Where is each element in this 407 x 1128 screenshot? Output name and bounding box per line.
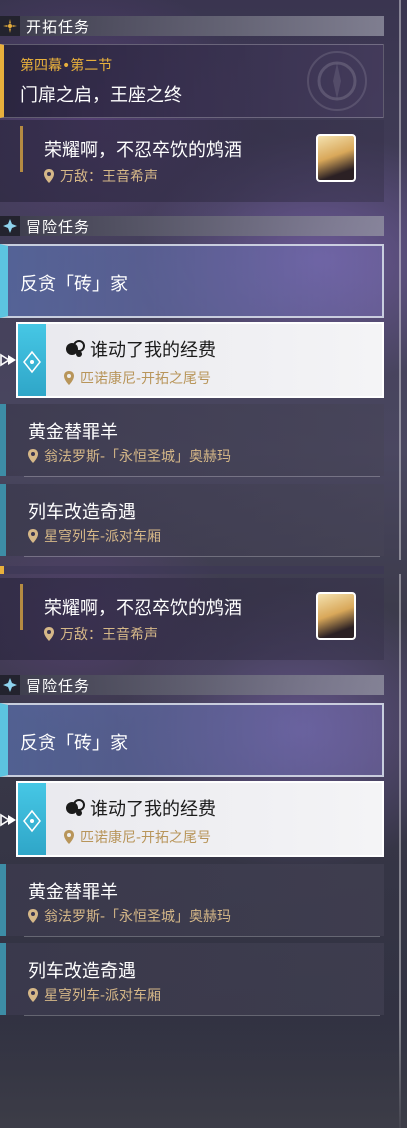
npc-avatar (316, 134, 356, 182)
quest-location: 翁法罗斯-「永恒圣城」奥赫玛 (28, 446, 231, 466)
item-strip (0, 404, 6, 476)
quest-title: 反贪「砖」家 (20, 274, 128, 295)
item-strip (0, 943, 6, 1015)
trailblaze-card-edge (0, 566, 384, 574)
adventure-item-2-active[interactable]: 谁动了我的经费 匹诺康尼-开拓之尾号 (16, 322, 384, 398)
scrollbar[interactable] (399, 0, 401, 560)
trailblaze-section-header: 开拓任务 (0, 16, 384, 36)
adventure-item-4[interactable]: 列车改造奇遇 星穹列车-派对车厢 (0, 943, 384, 1015)
location-text: 万敌：王音希声 (60, 169, 158, 185)
quest-title: 黄金替罪羊 (28, 422, 118, 443)
npc-quest-card[interactable]: 荣耀啊，不忍卒饮的鸩酒 万敌：王音希声 (0, 120, 384, 202)
map-pin-icon (28, 909, 38, 923)
mission-type-icon (66, 340, 85, 357)
trailblaze-emblem-icon (307, 51, 367, 111)
quest-location: 匹诺康尼-开拓之尾号 (64, 827, 211, 847)
location-text: 翁法罗斯-「永恒圣城」奥赫玛 (44, 909, 232, 925)
adventure-quest-icon (0, 675, 20, 695)
npc-quest-card[interactable]: 荣耀啊，不忍卒饮的鸩酒 万敌：王音希声 (0, 578, 384, 660)
divider (24, 1015, 380, 1016)
adventure-item-3[interactable]: 黄金替罪羊 翁法罗斯-「永恒圣城」奥赫玛 (0, 864, 384, 936)
section-title: 冒险任务 (26, 217, 91, 236)
trailblaze-quest-icon (0, 16, 20, 36)
map-pin-icon (44, 627, 54, 641)
adventure-section-header: 冒险任务 (0, 675, 384, 695)
quest-location: 万敌：王音希声 (44, 624, 158, 644)
mission-type-icon (66, 799, 85, 816)
bottom-fade (0, 1018, 407, 1128)
active-strip (18, 783, 46, 855)
adventure-item-1[interactable]: 反贪「砖」家 (0, 703, 384, 777)
quest-chapter: 第四幕•第二节 (20, 58, 113, 74)
item-strip (0, 484, 6, 556)
location-text: 匹诺康尼-开拓之尾号 (80, 830, 212, 846)
location-text: 星穹列车-派对车厢 (44, 988, 162, 1004)
quest-title: 门扉之启，王座之终 (20, 85, 182, 106)
quest-location: 星穹列车-派对车厢 (28, 526, 161, 546)
adventure-item-4[interactable]: 列车改造奇遇 星穹列车-派对车厢 (0, 484, 384, 556)
quest-location: 万敌：王音希声 (44, 166, 158, 186)
divider (24, 936, 380, 937)
tracking-pointer-icon (0, 813, 16, 827)
npc-avatar (316, 592, 356, 640)
quest-title: 列车改造奇遇 (28, 961, 136, 982)
map-pin-icon (64, 830, 74, 844)
item-strip (0, 864, 6, 936)
adventure-item-1[interactable]: 反贪「砖」家 (0, 244, 384, 318)
map-pin-icon (28, 449, 38, 463)
active-strip (18, 324, 46, 396)
quest-title: 谁动了我的经费 (90, 799, 216, 820)
quest-title: 黄金替罪羊 (28, 882, 118, 903)
quest-location: 匹诺康尼-开拓之尾号 (64, 368, 211, 388)
map-pin-icon (28, 529, 38, 543)
location-text: 星穹列车-派对车厢 (44, 529, 162, 545)
quest-title: 荣耀啊，不忍卒饮的鸩酒 (44, 140, 242, 161)
quest-accent-bar (20, 584, 23, 630)
quest-location: 星穹列车-派对车厢 (28, 985, 161, 1005)
quest-accent-bar (20, 126, 23, 172)
divider (24, 556, 380, 557)
section-title: 开拓任务 (26, 17, 91, 36)
section-title: 冒险任务 (26, 676, 91, 695)
location-text: 翁法罗斯-「永恒圣城」奥赫玛 (44, 449, 232, 465)
quest-location: 翁法罗斯-「永恒圣城」奥赫玛 (28, 906, 231, 926)
quest-title: 列车改造奇遇 (28, 502, 136, 523)
map-pin-icon (64, 371, 74, 385)
adventure-quest-icon (0, 216, 20, 236)
trailblaze-quest-card[interactable]: 第四幕•第二节 门扉之启，王座之终 (0, 44, 384, 118)
quest-title: 谁动了我的经费 (90, 340, 216, 361)
divider (24, 476, 380, 477)
adventure-item-3[interactable]: 黄金替罪羊 翁法罗斯-「永恒圣城」奥赫玛 (0, 404, 384, 476)
tracking-pointer-icon (0, 353, 16, 367)
adventure-item-2-active[interactable]: 谁动了我的经费 匹诺康尼-开拓之尾号 (16, 781, 384, 857)
map-pin-icon (28, 988, 38, 1002)
location-text: 匹诺康尼-开拓之尾号 (80, 371, 212, 387)
quest-title: 荣耀啊，不忍卒饮的鸩酒 (44, 598, 242, 619)
map-pin-icon (44, 169, 54, 183)
location-text: 万敌：王音希声 (60, 627, 158, 643)
adventure-section-header: 冒险任务 (0, 216, 384, 236)
quest-title: 反贪「砖」家 (20, 733, 128, 754)
